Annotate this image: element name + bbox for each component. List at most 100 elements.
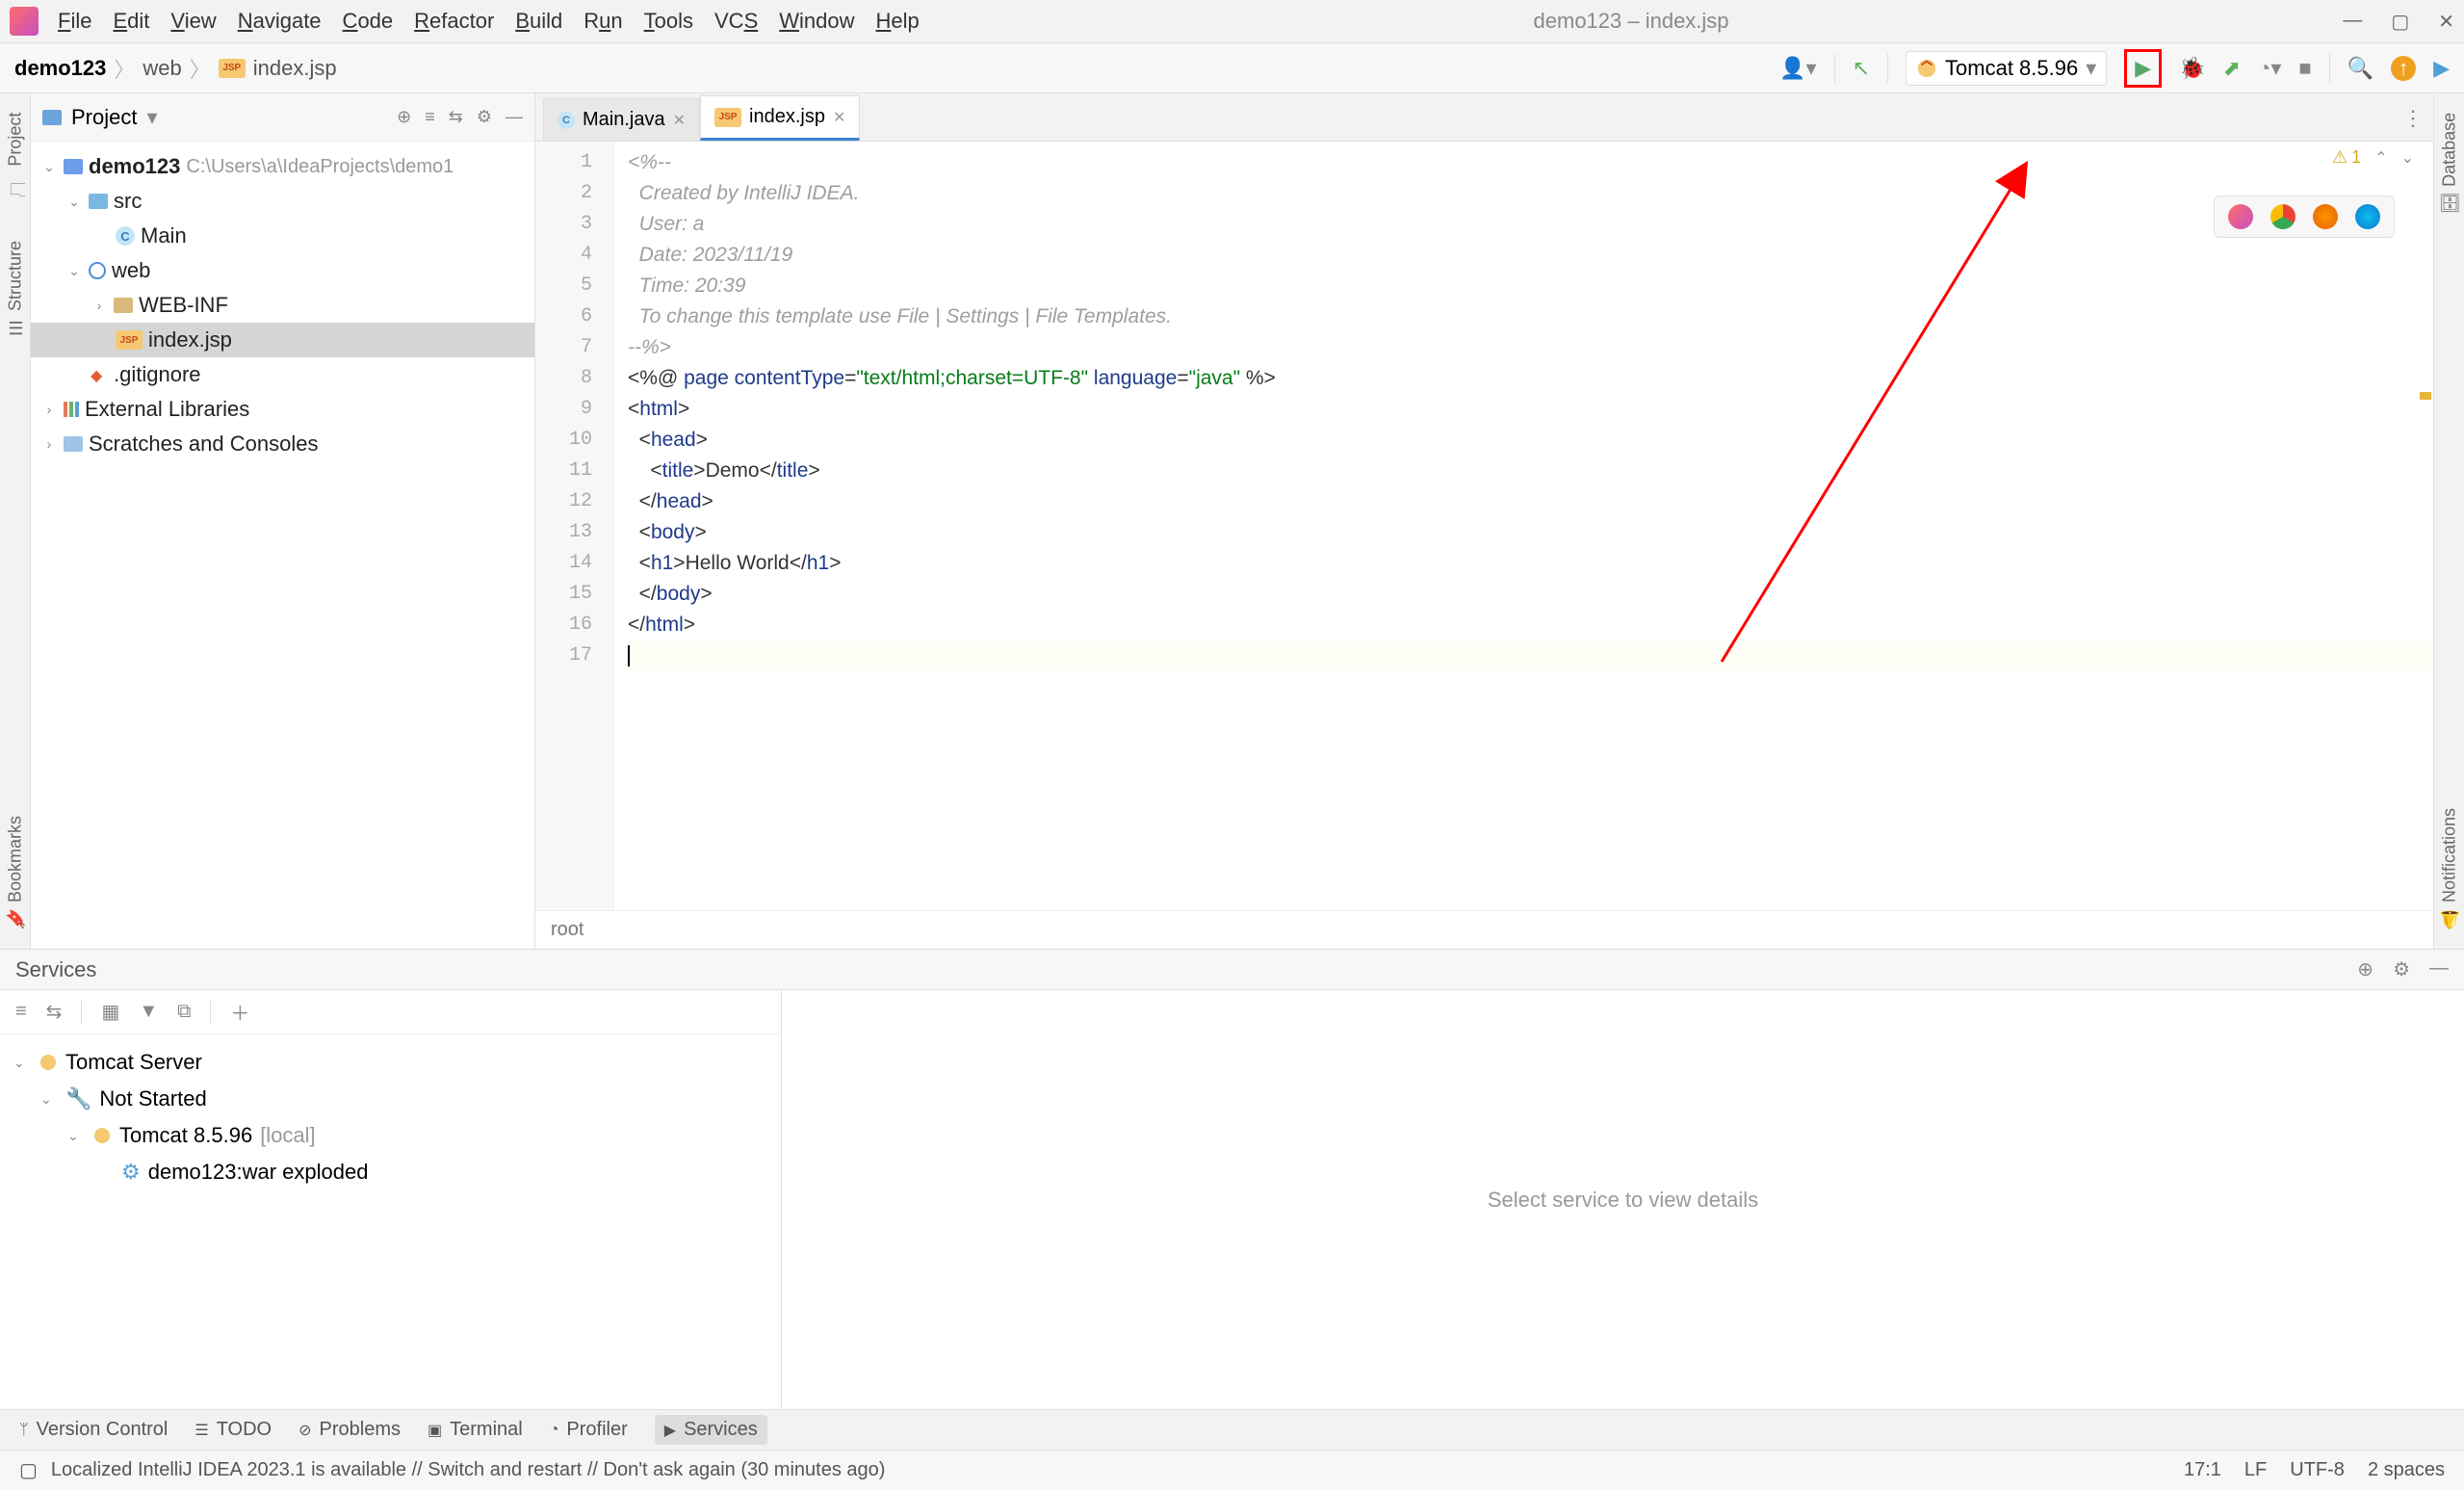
services-target-icon[interactable]: ⊕: [2357, 957, 2373, 981]
edge-icon[interactable]: [2355, 204, 2380, 229]
tree-node-webinf[interactable]: › WEB-INF: [31, 288, 534, 323]
tree-node-indexjsp[interactable]: JSP index.jsp: [31, 323, 534, 357]
services-hide-icon[interactable]: —: [2429, 957, 2449, 981]
tree-node-web[interactable]: ⌄ web: [31, 253, 534, 288]
panel-hide-icon[interactable]: —: [506, 107, 523, 127]
menu-edit[interactable]: Edit: [113, 9, 149, 34]
breadcrumb-file[interactable]: index.jsp: [253, 56, 337, 81]
service-node-tomcat-server[interactable]: ⌄ Tomcat Server: [0, 1044, 781, 1081]
menu-file[interactable]: File: [58, 9, 91, 34]
tool-notifications-tab[interactable]: 🔔Notifications: [2439, 808, 2460, 929]
group-icon[interactable]: ▦: [101, 1000, 119, 1024]
editor-tab-mainjava[interactable]: C Main.java ✕: [543, 98, 700, 141]
window-maximize[interactable]: ▢: [2391, 10, 2409, 34]
gutter[interactable]: 1234 5678 9101112 13141516 17: [535, 142, 614, 910]
bookmarks-rail-icon: 🔖: [5, 908, 26, 929]
tree-node-main-class[interactable]: C Main: [31, 219, 534, 253]
search-everywhere-icon[interactable]: 🔍: [2347, 56, 2373, 81]
window-close[interactable]: ✕: [2438, 10, 2454, 34]
editor-body[interactable]: 1234 5678 9101112 13141516 17 <%-- Creat…: [535, 142, 2433, 910]
project-tree[interactable]: ⌄ demo123 C:\Users\a\IdeaProjects\demo1 …: [31, 142, 534, 949]
breadcrumb-project[interactable]: demo123: [14, 56, 106, 81]
tool-profiler-tab[interactable]: ◔Profiler: [550, 1419, 628, 1441]
status-window-icon[interactable]: ▢: [19, 1458, 38, 1482]
tool-structure-tab[interactable]: ☰Structure: [5, 241, 26, 337]
code-area[interactable]: <%-- Created by IntelliJ IDEA. User: a D…: [614, 142, 2433, 910]
tree-node-scratches[interactable]: › Scratches and Consoles: [31, 427, 534, 461]
update-icon[interactable]: ↑: [2391, 56, 2416, 81]
back-arrow-icon[interactable]: ↖: [1853, 56, 1870, 81]
run-configuration-selector[interactable]: Tomcat 8.5.96 ▾: [1906, 51, 2107, 86]
add-config-icon[interactable]: 👤▾: [1779, 56, 1816, 81]
run-button[interactable]: ▶: [2135, 56, 2151, 80]
window-minimize[interactable]: —: [2343, 10, 2362, 34]
breadcrumb-folder[interactable]: web: [143, 56, 181, 81]
collapse-all-icon[interactable]: ⇆: [449, 107, 463, 127]
service-node-not-started[interactable]: ⌄ 🔧 Not Started: [0, 1081, 781, 1117]
tool-project-tab[interactable]: 🗀Project: [1, 113, 30, 202]
tree-node-external-libraries[interactable]: › External Libraries: [31, 392, 534, 427]
status-encoding[interactable]: UTF-8: [2290, 1459, 2345, 1481]
tool-bookmarks-tab[interactable]: 🔖Bookmarks: [5, 816, 26, 929]
menu-view[interactable]: View: [170, 9, 216, 34]
services-toolbar: ≡ ⇆ ▦ ▼ ⧉ ＋: [0, 990, 781, 1034]
panel-settings-icon[interactable]: ⚙: [477, 107, 492, 127]
close-tab-icon[interactable]: ✕: [833, 108, 845, 127]
editor-breadcrumb[interactable]: root: [535, 910, 2433, 949]
jsp-file-icon: JSP: [714, 108, 741, 127]
firefox-icon[interactable]: [2313, 204, 2338, 229]
editor-tabs-menu-icon[interactable]: ⋮: [2393, 96, 2433, 141]
debug-button[interactable]: 🐞: [2179, 56, 2205, 81]
warnings-indicator[interactable]: ⚠ 1: [2332, 147, 2361, 168]
tree-node-src[interactable]: ⌄ src: [31, 184, 534, 219]
status-line-separator[interactable]: LF: [2244, 1459, 2267, 1481]
filter-icon[interactable]: ▼: [139, 1001, 158, 1023]
tool-database-tab[interactable]: 🗄Database: [2439, 113, 2460, 215]
layout-icon[interactable]: ⧉: [177, 1001, 191, 1023]
menu-refactor[interactable]: Refactor: [414, 9, 494, 34]
services-tree[interactable]: ⌄ Tomcat Server ⌄ 🔧 Not Started ⌄ Tomcat…: [0, 1034, 781, 1200]
tool-terminal-tab[interactable]: ▣Terminal: [428, 1419, 523, 1441]
prev-highlight-icon[interactable]: ⌃: [2374, 148, 2387, 168]
project-panel: Project ▾ ⊕ ≡ ⇆ ⚙ — ⌄ demo123 C:\Users\a…: [31, 93, 535, 949]
menu-code[interactable]: Code: [343, 9, 394, 34]
status-message[interactable]: Localized IntelliJ IDEA 2023.1 is availa…: [51, 1459, 886, 1481]
coverage-button[interactable]: ⬈: [2223, 56, 2241, 81]
next-highlight-icon[interactable]: ⌄: [2401, 148, 2414, 168]
terminal-icon: ▣: [428, 1421, 442, 1440]
tool-todo-tab[interactable]: ☰TODO: [195, 1419, 272, 1441]
tool-problems-tab[interactable]: ⊘Problems: [298, 1419, 401, 1441]
status-caret[interactable]: 17:1: [2184, 1459, 2221, 1481]
services-settings-icon[interactable]: ⚙: [2393, 957, 2410, 981]
menu-run[interactable]: Run: [584, 9, 622, 34]
expand-icon[interactable]: ≡: [15, 1001, 27, 1023]
menu-build[interactable]: Build: [515, 9, 562, 34]
project-view-dropdown[interactable]: ▾: [146, 105, 157, 130]
intellij-browser-icon[interactable]: [2228, 204, 2253, 229]
close-tab-icon[interactable]: ✕: [673, 111, 686, 130]
tree-node-project-root[interactable]: ⌄ demo123 C:\Users\a\IdeaProjects\demo1: [31, 149, 534, 184]
menu-help[interactable]: Help: [876, 9, 920, 34]
menu-vcs[interactable]: VCS: [714, 9, 758, 34]
collapse-icon[interactable]: ⇆: [46, 1000, 63, 1024]
service-node-tomcat-config[interactable]: ⌄ Tomcat 8.5.96 [local]: [0, 1117, 781, 1154]
expand-all-icon[interactable]: ≡: [425, 107, 435, 127]
stop-button[interactable]: ■: [2298, 56, 2311, 81]
ide-play-icon[interactable]: ▶: [2433, 56, 2450, 81]
menu-navigate[interactable]: Navigate: [238, 9, 322, 34]
warning-marker[interactable]: [2420, 392, 2431, 400]
error-stripe[interactable]: [2416, 142, 2433, 910]
chrome-icon[interactable]: [2270, 204, 2295, 229]
tool-services-tab[interactable]: ▶Services: [655, 1415, 767, 1445]
right-tool-rail: 🗄Database 🔔Notifications: [2433, 93, 2464, 949]
status-indent[interactable]: 2 spaces: [2368, 1459, 2445, 1481]
add-service-icon[interactable]: ＋: [230, 998, 249, 1026]
profiler-button[interactable]: ◔▾: [2258, 56, 2281, 81]
tree-node-gitignore[interactable]: ◆ .gitignore: [31, 357, 534, 392]
tool-version-control-tab[interactable]: ᛘVersion Control: [19, 1419, 168, 1441]
menu-tools[interactable]: Tools: [644, 9, 693, 34]
select-opened-file-icon[interactable]: ⊕: [397, 107, 411, 127]
menu-window[interactable]: Window: [779, 9, 854, 34]
service-node-artifact[interactable]: ⚙ demo123:war exploded: [0, 1154, 781, 1190]
editor-tab-indexjsp[interactable]: JSP index.jsp ✕: [700, 95, 860, 141]
